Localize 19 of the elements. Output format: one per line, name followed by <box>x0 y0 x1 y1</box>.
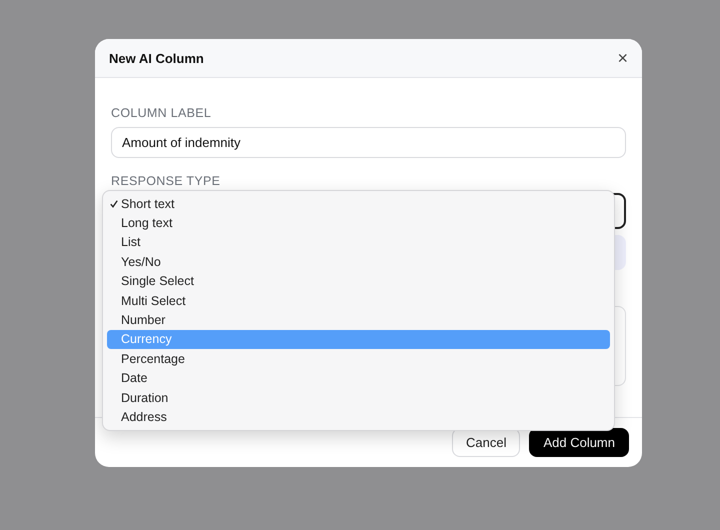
menu-item[interactable]: Yes/No <box>107 252 610 272</box>
menu-item[interactable]: Long text <box>107 213 610 233</box>
input-field[interactable]: Amount of indemnity <box>111 127 626 158</box>
check-icon <box>110 200 118 208</box>
menu-item[interactable]: Number <box>107 310 610 330</box>
menu-item[interactable]: Short text <box>107 194 610 214</box>
close-button[interactable]: × <box>615 49 630 67</box>
menu-item[interactable]: Address <box>107 407 610 427</box>
menu-item[interactable]: Percentage <box>107 349 610 369</box>
menu-item[interactable]: Date <box>107 368 610 388</box>
cancel-button[interactable]: Cancel <box>452 428 520 457</box>
dialog-title: New AI Column <box>109 50 204 66</box>
menu-item[interactable]: Multi Select <box>107 290 610 310</box>
menu-item[interactable]: List <box>107 232 610 252</box>
add-button[interactable]: Add Column <box>529 428 629 457</box>
menu-item[interactable]: Single Select <box>107 272 610 291</box>
field-label: RESPONSE TYPE <box>111 174 220 188</box>
menu-item[interactable]: Duration <box>107 388 610 408</box>
field-label: COLUMN LABEL <box>111 106 212 120</box>
